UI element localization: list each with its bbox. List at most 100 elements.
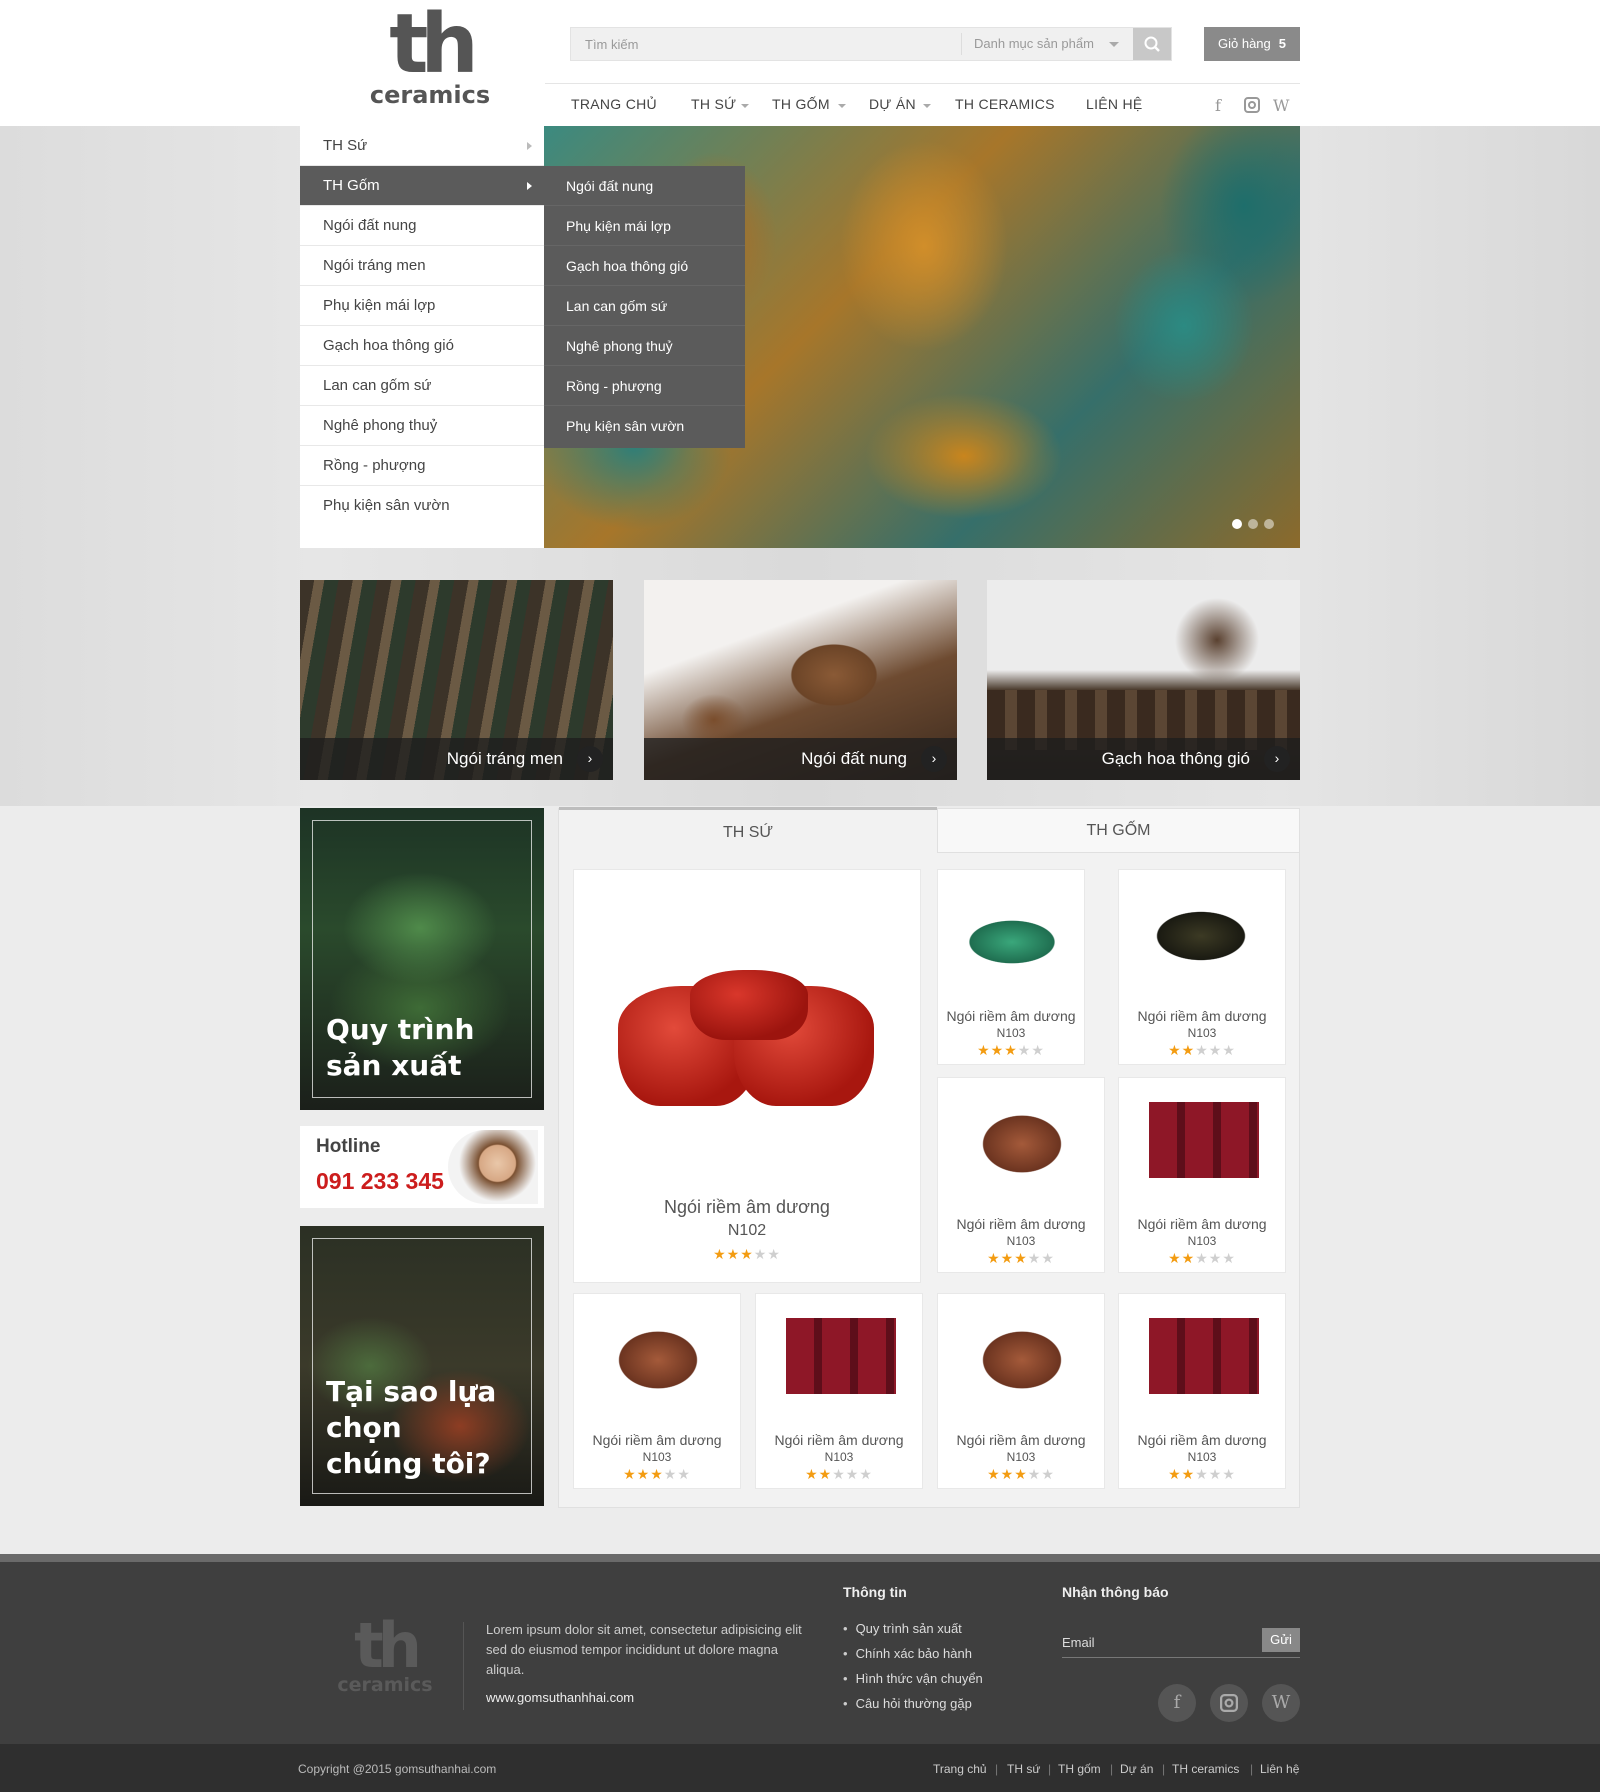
tab-th-su[interactable]: TH SỨ <box>559 807 937 853</box>
product-card[interactable]: Ngói riềm âm dương N103 ★★★★★ <box>1118 1293 1286 1489</box>
nav-item-lien-he[interactable]: LIÊN HỆ <box>1086 96 1143 112</box>
wordpress-icon[interactable]: W <box>1262 1684 1300 1722</box>
support-agent-image <box>448 1130 538 1204</box>
category-item[interactable]: Phụ kiện mái lợp <box>300 286 544 326</box>
product-card[interactable]: Ngói riềm âm dương N103 ★★★★★ <box>573 1293 741 1489</box>
product-code: N103 <box>642 1450 672 1464</box>
hotline-number[interactable]: 091 233 345 <box>316 1168 444 1195</box>
footer-logo[interactable]: th ceramics <box>320 1615 450 1697</box>
search-bar: Danh mục sản phẩm <box>570 27 1172 61</box>
slider-dot[interactable] <box>1264 519 1274 529</box>
category-item-label: Phụ kiện sân vườn <box>323 497 450 514</box>
bottom-link-th-su[interactable]: TH sứ <box>1007 1762 1040 1776</box>
category-item[interactable]: Lan can gốm sứ <box>300 366 544 406</box>
footer-link[interactable]: Câu hỏi thường gặp <box>843 1696 972 1711</box>
slider-dot-active[interactable] <box>1232 519 1242 529</box>
submenu-item[interactable]: Phụ kiện sân vườn <box>544 406 745 446</box>
process-banner[interactable]: Quy trình sản xuất <box>300 808 544 1110</box>
bottom-link-lien-he[interactable]: Liên hệ <box>1260 1762 1299 1776</box>
product-card[interactable]: Ngói riềm âm dương N103 ★★★★★ <box>937 1293 1105 1489</box>
product-card[interactable]: Ngói riềm âm dương N103 ★★★★★ <box>1118 1077 1286 1273</box>
search-input[interactable] <box>571 28 961 60</box>
submenu-item[interactable]: Rồng - phượng <box>544 366 745 406</box>
facebook-icon[interactable]: f <box>1215 96 1221 115</box>
star-empty-icon: ★ <box>1031 1042 1045 1058</box>
bottom-link-th-gom[interactable]: TH gốm <box>1058 1762 1101 1776</box>
star-empty-icon: ★ <box>677 1466 691 1482</box>
logo-text: ceramics <box>369 81 491 109</box>
category-select-label: Danh mục sản phẩm <box>974 36 1094 51</box>
star-empty-icon: ★ <box>859 1466 873 1482</box>
footer-divider <box>463 1622 464 1710</box>
tile-caption-bar: Ngói đất nung › <box>644 738 957 780</box>
category-item[interactable]: Gạch hoa thông gió <box>300 326 544 366</box>
submenu-item[interactable]: Gạch hoa thông gió <box>544 246 745 286</box>
product-card[interactable]: Ngói riềm âm dương N103 ★★★★★ <box>937 1077 1105 1273</box>
newsletter-send-button[interactable]: Gửi <box>1262 1628 1300 1652</box>
product-panel: TH SỨ TH GỐM Ngói riềm âm dương N102 ★★★… <box>558 807 1300 1508</box>
cart-button[interactable]: Giỏ hàng 5 <box>1204 27 1300 61</box>
nav-item-th-ceramics[interactable]: TH CERAMICS <box>955 96 1055 112</box>
submenu-item[interactable]: Nghê phong thuỷ <box>544 326 745 366</box>
footer-website-link[interactable]: www.gomsuthanhhai.com <box>486 1690 634 1705</box>
category-item[interactable]: Ngói đất nung <box>300 206 544 246</box>
tile-label: Ngói tráng men <box>446 749 563 768</box>
star-empty-icon: ★ <box>753 1246 768 1262</box>
instagram-icon[interactable] <box>1244 97 1260 117</box>
nav-item-du-an[interactable]: DỰ ÁN <box>869 96 916 112</box>
tile-caption-bar: Ngói tráng men › <box>300 738 613 780</box>
product-name: Ngói riềm âm dương <box>664 1197 830 1217</box>
category-tile[interactable]: Gạch hoa thông gió › <box>987 580 1300 780</box>
product-name: Ngói riềm âm dương <box>956 1432 1086 1448</box>
category-item-label: Rồng - phượng <box>323 457 426 474</box>
footer-link[interactable]: Quy trình sản xuất <box>843 1621 962 1636</box>
tab-th-gom[interactable]: TH GỐM <box>937 809 1299 853</box>
site-logo[interactable]: th ceramics <box>360 4 500 116</box>
star-filled-icon: ★ <box>1168 1250 1182 1266</box>
footer-link[interactable]: Chính xác bảo hành <box>843 1646 972 1661</box>
nav-item-th-gom[interactable]: TH GỐM <box>772 96 830 112</box>
category-item-label: Ngói đất nung <box>323 217 417 234</box>
footer-link[interactable]: Hình thức vận chuyển <box>843 1671 983 1686</box>
star-filled-icon: ★ <box>818 1466 833 1482</box>
bottom-link-home[interactable]: Trang chủ <box>933 1762 987 1776</box>
tile-label: Ngói đất nung <box>801 749 907 768</box>
wordpress-icon[interactable]: W <box>1273 96 1289 115</box>
submenu-item[interactable]: Lan can gốm sứ <box>544 286 745 326</box>
category-select[interactable]: Danh mục sản phẩm <box>961 33 1129 55</box>
facebook-icon[interactable]: f <box>1158 1684 1196 1722</box>
chevron-right-icon[interactable]: › <box>577 746 603 772</box>
star-filled-icon: ★ <box>623 1466 637 1482</box>
featured-product-card[interactable]: Ngói riềm âm dương N102 ★★★★★ <box>573 869 921 1283</box>
category-item[interactable]: Ngói tráng men <box>300 246 544 286</box>
slider-dot[interactable] <box>1248 519 1258 529</box>
instagram-icon[interactable] <box>1210 1684 1248 1722</box>
nav-item-th-su[interactable]: TH SỨ <box>691 96 736 112</box>
bottom-link-du-an[interactable]: Dự án <box>1120 1762 1153 1776</box>
product-name: Ngói riềm âm dương <box>774 1432 904 1448</box>
product-image <box>574 1294 740 1422</box>
hotline-box[interactable]: Hotline 091 233 345 <box>300 1126 544 1208</box>
submenu-item[interactable]: Phụ kiện mái lợp <box>544 206 745 246</box>
category-item[interactable]: Rồng - phượng <box>300 446 544 486</box>
product-card[interactable]: Ngói riềm âm dương N103 ★★★★★ <box>1118 869 1286 1065</box>
chevron-right-icon[interactable]: › <box>1264 746 1290 772</box>
category-tile[interactable]: Ngói đất nung › <box>644 580 957 780</box>
submenu-item[interactable]: Ngói đất nung <box>544 166 745 206</box>
star-empty-icon: ★ <box>1027 1466 1042 1482</box>
category-item[interactable]: Phụ kiện sân vườn <box>300 486 544 526</box>
category-item[interactable]: Nghê phong thuỷ <box>300 406 544 446</box>
nav-item-home[interactable]: TRANG CHỦ <box>571 96 657 112</box>
product-code: N103 <box>1187 1234 1217 1248</box>
chevron-right-icon[interactable]: › <box>921 746 947 772</box>
category-item-th-gom[interactable]: TH Gốm <box>300 166 544 206</box>
newsletter-title: Nhận thông báo <box>1062 1584 1169 1600</box>
bottom-link-th-ceramics[interactable]: TH ceramics <box>1172 1762 1239 1776</box>
product-card[interactable]: Ngói riềm âm dương N103 ★★★★★ <box>937 869 1085 1065</box>
category-tile[interactable]: Ngói tráng men › <box>300 580 613 780</box>
why-us-banner[interactable]: Tại sao lựa chọn chúng tôi? <box>300 1226 544 1506</box>
star-filled-icon: ★ <box>1014 1466 1028 1482</box>
search-button[interactable] <box>1133 28 1171 60</box>
product-card[interactable]: Ngói riềm âm dương N103 ★★★★★ <box>755 1293 923 1489</box>
category-item-th-su[interactable]: TH Sứ <box>300 126 544 166</box>
